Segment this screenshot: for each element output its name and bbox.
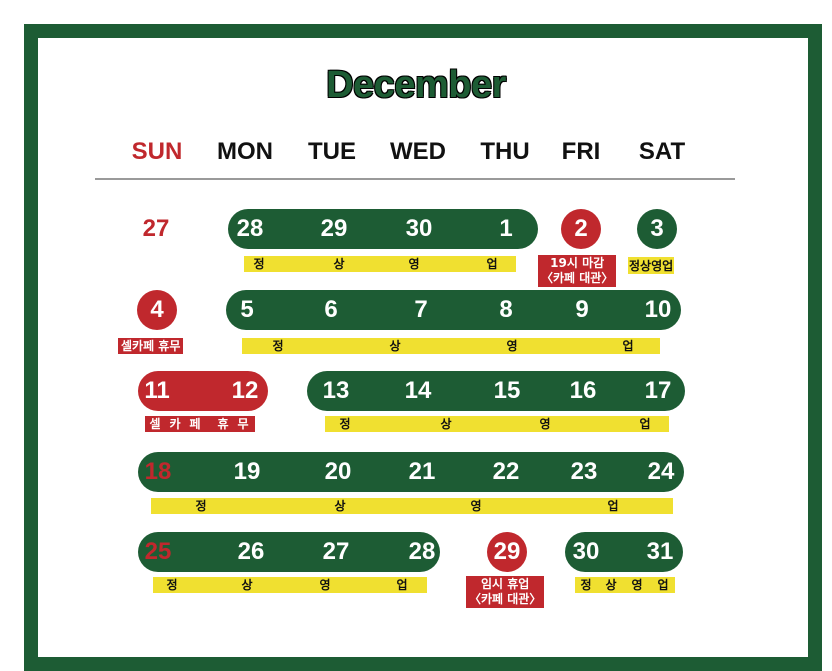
temp-closed-tag: 임시 휴업 〈카페 대관〉 <box>466 576 545 608</box>
day-9: 9 <box>575 296 589 323</box>
cafe-rental-text: 〈카페 대관〉 <box>469 592 542 606</box>
closed-bar: 셀 카 페 휴 무 <box>145 416 255 432</box>
day-7: 7 <box>414 296 428 323</box>
day-26: 26 <box>237 538 265 565</box>
day-30: 30 <box>572 538 600 565</box>
day-3: 3 <box>650 215 664 242</box>
open-char: 업 <box>486 257 498 271</box>
closing-time-text: 19시 마감 <box>550 256 605 270</box>
open-char: 상 <box>389 339 401 353</box>
day-2: 2 <box>574 215 588 242</box>
month-title: December <box>326 64 506 106</box>
day-1: 1 <box>499 215 513 242</box>
day-11: 11 <box>144 377 170 404</box>
open-bar: 정 상 영 업 <box>244 256 516 272</box>
day-6: 6 <box>324 296 338 323</box>
open-char: 영 <box>470 499 482 513</box>
open-char: 상 <box>440 417 452 431</box>
weekday-sat: SAT <box>638 138 686 165</box>
day-31: 31 <box>646 538 674 565</box>
closed-char: 페 <box>189 417 201 431</box>
day-24: 24 <box>647 458 675 485</box>
open-char: 정 <box>195 499 207 513</box>
day-29-nov: 29 <box>320 215 348 242</box>
day-29: 29 <box>493 538 521 565</box>
cafe-rental-text: 〈카페 대관〉 <box>541 271 614 285</box>
weekday-fri: FRI <box>561 138 601 165</box>
open-char: 업 <box>607 499 619 513</box>
day-8: 8 <box>499 296 513 323</box>
open-bar: 정 상 영 업 <box>242 338 660 354</box>
open-char: 정 <box>339 417 351 431</box>
open-char: 영 <box>408 257 420 271</box>
day-16: 16 <box>569 377 597 404</box>
day-27: 27 <box>322 538 350 565</box>
temp-closed-text: 임시 휴업 <box>481 577 530 591</box>
open-label-sat: 정상영업 <box>628 257 675 274</box>
cell-cafe-closed-tag: 셀카페 휴무 <box>118 338 184 354</box>
day-10: 10 <box>644 296 672 323</box>
day-20: 20 <box>324 458 352 485</box>
open-bar: 정 상 영 업 <box>153 577 427 593</box>
day-5: 5 <box>240 296 254 323</box>
closed-char: 휴 <box>217 417 229 431</box>
weekday-thu: THU <box>480 138 530 165</box>
day-18: 18 <box>144 458 172 485</box>
open-bar: 정 상 영 업 <box>575 577 675 593</box>
closed-char: 무 <box>237 417 249 431</box>
day-14: 14 <box>404 377 432 404</box>
day-21: 21 <box>408 458 436 485</box>
day-30-nov: 30 <box>405 215 433 242</box>
day-22: 22 <box>492 458 520 485</box>
open-char: 상 <box>333 257 345 271</box>
weekday-tue: TUE <box>308 138 356 165</box>
day-19: 19 <box>233 458 261 485</box>
open-char: 상 <box>334 499 346 513</box>
open-char: 영 <box>539 417 551 431</box>
open-char: 영 <box>319 578 331 592</box>
day-15: 15 <box>493 377 521 404</box>
day-28-nov: 28 <box>236 215 264 242</box>
open-bar: 정 상 영 업 <box>151 498 673 514</box>
day-4: 4 <box>150 296 164 323</box>
closing-time-tag: 19시 마감 〈카페 대관〉 <box>538 255 617 287</box>
day-23: 23 <box>570 458 598 485</box>
open-char: 업 <box>657 578 669 592</box>
open-char: 영 <box>506 339 518 353</box>
weekday-wed: WED <box>390 138 446 165</box>
header-divider <box>95 178 735 180</box>
day-17: 17 <box>644 377 672 404</box>
open-char: 업 <box>396 578 408 592</box>
day-25: 25 <box>144 538 172 565</box>
weekday-sun: SUN <box>131 138 183 165</box>
open-char: 상 <box>241 578 253 592</box>
open-char: 업 <box>622 339 634 353</box>
open-char: 정 <box>580 578 592 592</box>
day-27-nov: 27 <box>142 215 170 242</box>
closed-char: 셀 <box>149 417 161 431</box>
closed-char: 카 <box>169 417 181 431</box>
open-char: 영 <box>631 578 643 592</box>
open-bar: 정 상 영 업 <box>325 416 669 432</box>
open-char: 정 <box>253 257 265 271</box>
open-range-pill <box>226 290 681 330</box>
open-char: 정 <box>166 578 178 592</box>
weekday-mon: MON <box>217 138 273 165</box>
day-13: 13 <box>322 377 350 404</box>
open-char: 상 <box>605 578 617 592</box>
open-char: 정 <box>272 339 284 353</box>
day-28: 28 <box>408 538 436 565</box>
day-12: 12 <box>231 377 259 404</box>
open-char: 업 <box>639 417 651 431</box>
